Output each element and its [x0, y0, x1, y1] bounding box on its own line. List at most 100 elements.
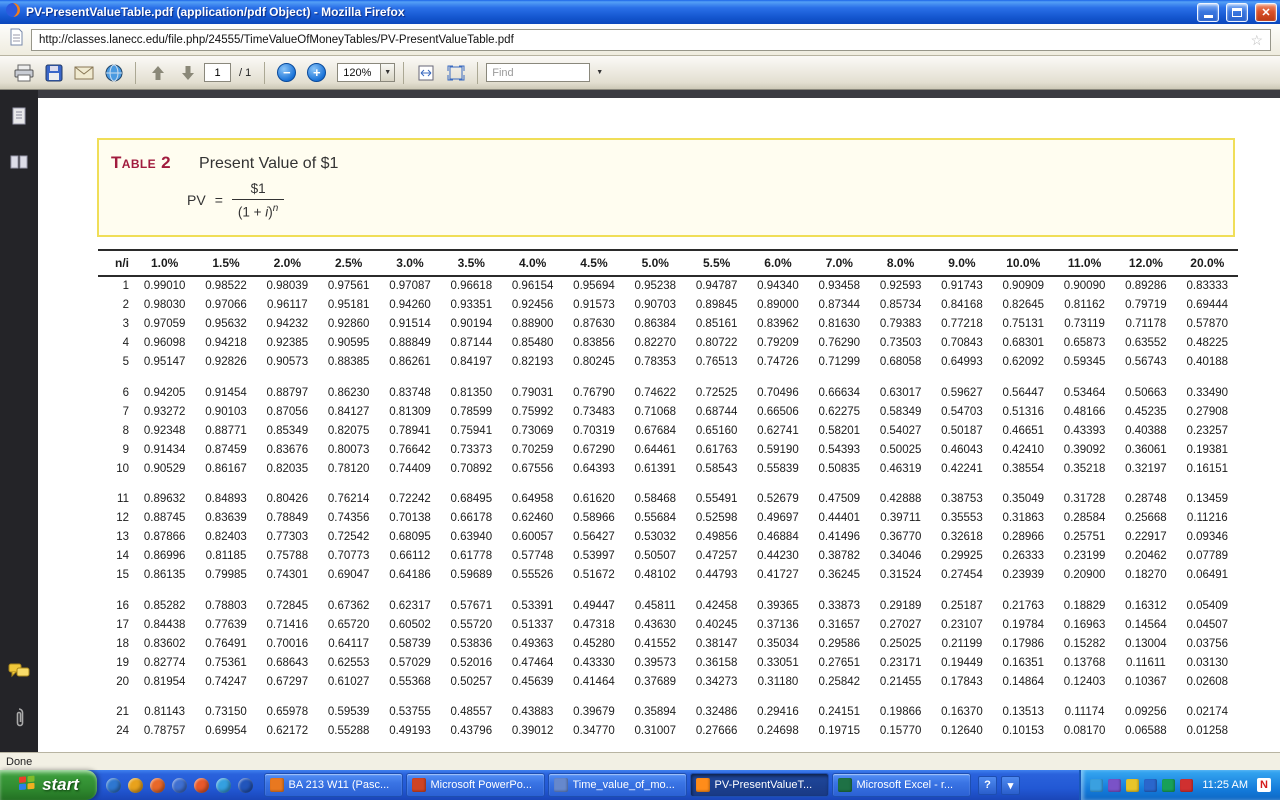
maximize-button[interactable]	[1226, 3, 1248, 22]
table-cell: 0.18829	[1054, 585, 1115, 616]
update-icon[interactable]	[1090, 779, 1103, 792]
page-number-input[interactable]	[204, 63, 231, 82]
table-cell: 0.76642	[379, 440, 440, 459]
next-page-button[interactable]	[174, 59, 201, 86]
table-cell: 0.50663	[1115, 372, 1176, 403]
start-button[interactable]: start	[0, 770, 97, 800]
period-cell: 18	[98, 634, 134, 653]
table-cell: 0.73373	[441, 440, 502, 459]
table-cell: 0.65720	[318, 615, 379, 634]
close-button[interactable]: ✕	[1255, 3, 1277, 22]
fit-page-button[interactable]	[442, 59, 469, 86]
zoom-value[interactable]: 120%	[337, 63, 381, 82]
table-cell: 0.77218	[931, 315, 992, 334]
table-cell: 0.23257	[1177, 421, 1238, 440]
table-cell: 0.16963	[1054, 615, 1115, 634]
table-cell: 0.58543	[686, 459, 747, 478]
find-options-arrow-icon[interactable]: ▼	[593, 63, 606, 82]
comments-panel-icon[interactable]	[8, 662, 30, 685]
table-cell: 0.75992	[502, 402, 563, 421]
table-cell: 0.87459	[195, 440, 256, 459]
email-button[interactable]	[70, 59, 97, 86]
period-cell: 15	[98, 566, 134, 585]
table-cell: 0.31863	[993, 509, 1054, 528]
taskbar-task[interactable]: BA 213 W11 (Pasc...	[264, 773, 403, 797]
previous-page-button[interactable]	[144, 59, 171, 86]
column-header-rate: 6.0%	[747, 250, 808, 276]
table-cell: 0.82075	[318, 421, 379, 440]
table-cell: 0.25668	[1115, 509, 1176, 528]
internet-explorer-icon[interactable]	[106, 778, 121, 793]
table-cell: 0.52598	[686, 509, 747, 528]
period-cell: 5	[98, 353, 134, 372]
table-cell: 0.83639	[195, 509, 256, 528]
taskbar-task[interactable]: Microsoft PowerPo...	[406, 773, 545, 797]
table-row: 200.819540.742470.672970.610270.553680.5…	[98, 672, 1238, 691]
table-cell: 0.51672	[563, 566, 624, 585]
formula-fraction: $1 (1 + i)n	[232, 181, 284, 220]
table-cell: 0.65978	[257, 691, 318, 722]
table-cell: 0.89632	[134, 478, 195, 509]
antivirus-icon[interactable]	[1126, 779, 1139, 792]
messenger-icon[interactable]	[216, 778, 231, 793]
bookmark-star-icon[interactable]: ☆	[1250, 33, 1263, 47]
help-button[interactable]: ?	[978, 776, 997, 795]
column-header-rate: 3.5%	[441, 250, 502, 276]
table-cell: 0.63552	[1115, 334, 1176, 353]
table-cell: 0.49193	[379, 722, 440, 741]
table-cell: 0.29586	[809, 634, 870, 653]
table-cell: 0.19715	[809, 722, 870, 741]
zoom-dropdown-arrow-icon[interactable]: ▼	[381, 63, 395, 82]
table-cell: 0.23171	[870, 653, 931, 672]
pages-panel-icon[interactable]	[10, 106, 28, 131]
collaborate-button[interactable]	[100, 59, 127, 86]
media-player-icon[interactable]	[194, 778, 209, 793]
table-cell: 0.90529	[134, 459, 195, 478]
show-desktop-icon[interactable]	[172, 778, 187, 793]
url-text[interactable]: http://classes.lanecc.edu/file.php/24555…	[39, 34, 1250, 46]
table-cell: 0.10367	[1115, 672, 1176, 691]
table-cell: 0.19784	[993, 615, 1054, 634]
table-cell: 0.40245	[686, 615, 747, 634]
table-cell: 0.90090	[1054, 276, 1115, 296]
outlook-icon[interactable]	[128, 778, 143, 793]
volume-icon[interactable]	[1162, 779, 1175, 792]
fit-width-button[interactable]	[412, 59, 439, 86]
table-cell: 0.90909	[993, 276, 1054, 296]
taskbar-task[interactable]: Time_value_of_mo...	[548, 773, 687, 797]
save-button[interactable]	[40, 59, 67, 86]
table-cell: 0.24151	[809, 691, 870, 722]
table-cell: 0.70259	[502, 440, 563, 459]
firefox-icon[interactable]	[150, 778, 165, 793]
bookmarks-panel-icon[interactable]	[9, 153, 29, 176]
network-icon[interactable]	[1144, 779, 1157, 792]
norton-icon[interactable]: N	[1257, 778, 1271, 792]
find-input[interactable]	[486, 63, 590, 82]
start-label: start	[42, 775, 79, 795]
period-cell: 13	[98, 528, 134, 547]
url-field[interactable]: http://classes.lanecc.edu/file.php/24555…	[31, 29, 1271, 51]
table-cell: 0.43796	[441, 722, 502, 741]
table-cell: 0.82403	[195, 528, 256, 547]
security-icon[interactable]	[1180, 779, 1193, 792]
print-button[interactable]	[10, 59, 37, 86]
word-icon[interactable]	[238, 778, 253, 793]
table-cell: 0.42458	[686, 585, 747, 616]
table-cell: 0.63017	[870, 372, 931, 403]
table-cell: 0.44230	[747, 547, 808, 566]
zoom-in-button[interactable]: +	[303, 59, 330, 86]
toolbar-options-button[interactable]: ▾	[1001, 776, 1020, 795]
table-cell: 0.50835	[809, 459, 870, 478]
pv-table-header-row: n/i1.0%1.5%2.0%2.5%3.0%3.5%4.0%4.5%5.0%5…	[98, 250, 1238, 276]
messenger-icon[interactable]	[1108, 779, 1121, 792]
attachments-panel-icon[interactable]	[13, 707, 25, 734]
table-row: 80.923480.887710.853490.820750.789410.75…	[98, 421, 1238, 440]
zoom-out-button[interactable]: −	[273, 59, 300, 86]
table-cell: 0.55491	[686, 478, 747, 509]
table-cell: 0.79209	[747, 334, 808, 353]
taskbar-task[interactable]: PV-PresentValueT...	[690, 773, 829, 797]
zoom-control[interactable]: 120% ▼	[337, 63, 395, 82]
taskbar-task[interactable]: Microsoft Excel - r...	[832, 773, 971, 797]
table-cell: 0.21455	[870, 672, 931, 691]
minimize-button[interactable]	[1197, 3, 1219, 22]
